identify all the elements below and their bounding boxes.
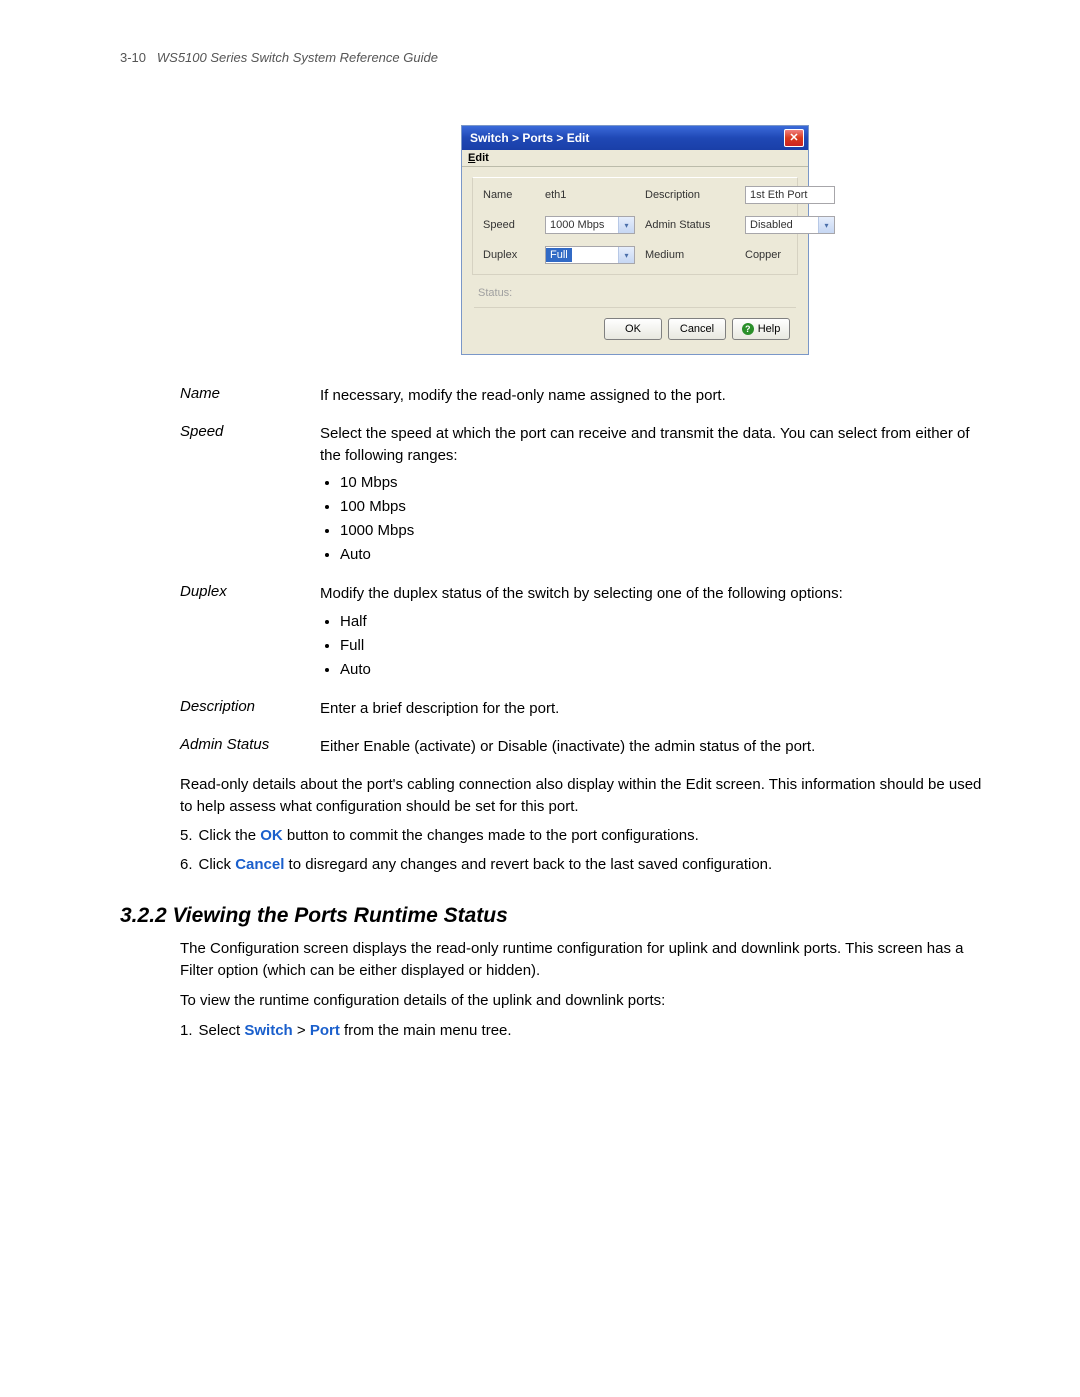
def-row-speed: Speed Select the speed at which the port…: [180, 423, 990, 568]
ok-button[interactable]: OK: [604, 318, 662, 340]
dialog-figure: Switch > Ports > Edit ✕ Edit Name eth1 D…: [280, 125, 990, 355]
description-label: Description: [645, 189, 735, 201]
def-list: Half Full Auto: [320, 611, 990, 680]
def-term: Admin Status: [180, 736, 300, 758]
def-desc: Select the speed at which the port can r…: [320, 423, 990, 568]
dialog-button-row: OK Cancel ? Help: [472, 308, 798, 350]
description-input[interactable]: 1st Eth Port: [745, 186, 835, 204]
page: 3-10 WS5100 Series Switch System Referen…: [0, 0, 1080, 1397]
step-number: 5.: [180, 825, 193, 848]
def-desc: Enter a brief description for the port.: [320, 698, 990, 720]
def-desc: Either Enable (activate) or Disable (ina…: [320, 736, 990, 758]
step-text: to disregard any changes and revert back…: [284, 856, 772, 873]
step-bold: OK: [260, 827, 283, 844]
chevron-down-icon: ▾: [818, 217, 834, 233]
name-value: eth1: [545, 189, 635, 201]
admin-status-select[interactable]: Disabled ▾: [745, 216, 835, 234]
section-heading: 3.2.2 Viewing the Ports Runtime Status: [120, 904, 990, 928]
paragraph: The Configuration screen displays the re…: [180, 938, 990, 982]
step-number: 6.: [180, 854, 193, 877]
def-row-admin-status: Admin Status Either Enable (activate) or…: [180, 736, 990, 758]
dialog-titlebar: Switch > Ports > Edit ✕: [462, 126, 808, 150]
cancel-button[interactable]: Cancel: [668, 318, 726, 340]
page-header: 3-10 WS5100 Series Switch System Referen…: [120, 50, 990, 65]
def-row-description: Description Enter a brief description fo…: [180, 698, 990, 720]
paragraph: To view the runtime configuration detail…: [180, 990, 990, 1012]
duplex-label: Duplex: [483, 249, 535, 261]
step-text: >: [293, 1022, 310, 1039]
step-6: 6. Click Cancel to disregard any changes…: [180, 854, 990, 877]
doc-title: WS5100 Series Switch System Reference Gu…: [157, 50, 438, 65]
step-1: 1. Select Switch > Port from the main me…: [180, 1020, 990, 1043]
definition-table: Name If necessary, modify the read-only …: [180, 385, 990, 758]
page-number: 3-10: [120, 50, 146, 65]
close-icon[interactable]: ✕: [784, 129, 804, 147]
step-text: button to commit the changes made to the…: [283, 827, 699, 844]
chevron-down-icon: ▾: [618, 247, 634, 263]
step-text: Select: [199, 1022, 245, 1039]
name-label: Name: [483, 189, 535, 201]
step-bold: Switch: [244, 1022, 292, 1039]
list-item: Half: [340, 611, 990, 633]
def-desc-text: Select the speed at which the port can r…: [320, 425, 970, 464]
paragraph: Read-only details about the port's cabli…: [180, 774, 990, 818]
help-button[interactable]: ? Help: [732, 318, 790, 340]
step-text: Click the: [199, 827, 261, 844]
step-bold: Cancel: [235, 856, 284, 873]
medium-label: Medium: [645, 249, 735, 261]
admin-status-label: Admin Status: [645, 219, 735, 231]
duplex-value: Full: [546, 248, 572, 262]
def-list: 10 Mbps 100 Mbps 1000 Mbps Auto: [320, 472, 990, 565]
def-term: Duplex: [180, 583, 300, 682]
speed-select[interactable]: 1000 Mbps ▾: [545, 216, 635, 234]
dialog-body: Name eth1 Description 1st Eth Port Speed…: [462, 167, 808, 354]
step-text: from the main menu tree.: [340, 1022, 512, 1039]
chevron-down-icon: ▾: [618, 217, 634, 233]
list-item: Auto: [340, 544, 990, 566]
dialog-menubar: Edit: [462, 150, 808, 167]
help-button-label: Help: [758, 323, 781, 335]
duplex-select[interactable]: Full ▾: [545, 246, 635, 264]
def-term: Speed: [180, 423, 300, 568]
def-row-name: Name If necessary, modify the read-only …: [180, 385, 990, 407]
step-bold: Port: [310, 1022, 340, 1039]
list-item: Full: [340, 635, 990, 657]
admin-status-value: Disabled: [746, 219, 797, 231]
def-term: Name: [180, 385, 300, 407]
list-item: Auto: [340, 659, 990, 681]
def-desc: Modify the duplex status of the switch b…: [320, 583, 990, 682]
list-item: 10 Mbps: [340, 472, 990, 494]
def-desc-text: Modify the duplex status of the switch b…: [320, 585, 843, 602]
dialog-title: Switch > Ports > Edit: [470, 131, 589, 145]
edit-dialog: Switch > Ports > Edit ✕ Edit Name eth1 D…: [461, 125, 809, 355]
status-label: Status:: [474, 285, 796, 308]
list-item: 100 Mbps: [340, 496, 990, 518]
speed-value: 1000 Mbps: [546, 219, 608, 231]
field-group: Name eth1 Description 1st Eth Port Speed…: [472, 177, 798, 275]
step-number: 1.: [180, 1020, 193, 1043]
def-term: Description: [180, 698, 300, 720]
medium-value: Copper: [745, 249, 835, 261]
speed-label: Speed: [483, 219, 535, 231]
menu-edit[interactable]: Edit: [468, 152, 489, 164]
def-row-duplex: Duplex Modify the duplex status of the s…: [180, 583, 990, 682]
step-text: Click: [199, 856, 236, 873]
help-icon: ?: [742, 323, 754, 335]
list-item: 1000 Mbps: [340, 520, 990, 542]
step-5: 5. Click the OK button to commit the cha…: [180, 825, 990, 848]
def-desc: If necessary, modify the read-only name …: [320, 385, 990, 407]
